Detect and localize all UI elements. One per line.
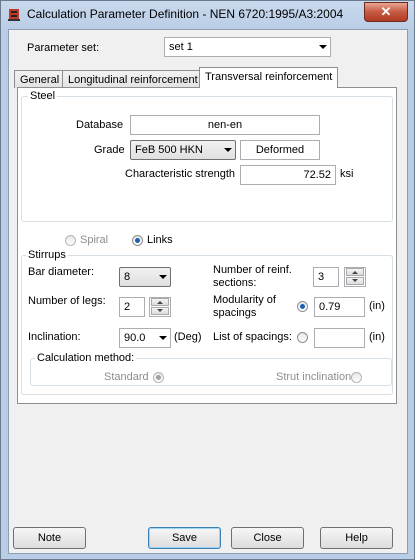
tab-longitudinal-reinforcement[interactable]: Longitudinal reinforcement: [62, 70, 204, 88]
chevron-down-icon: [224, 148, 232, 152]
grade-label: Grade: [94, 144, 125, 156]
spiral-label: Spiral: [80, 234, 109, 246]
parameter-set-value: set 1: [169, 41, 193, 53]
parameter-set-select[interactable]: set 1: [164, 37, 331, 57]
inclination-value: 90.0: [124, 332, 146, 344]
standard-radio[interactable]: [153, 372, 164, 383]
inclination-unit: (Deg): [174, 331, 202, 343]
characteristic-strength-unit: ksi: [340, 168, 354, 180]
list-of-spacings-label: List of spacings:: [213, 331, 292, 343]
help-button[interactable]: Help: [320, 527, 393, 549]
inclination-label: Inclination:: [28, 331, 81, 343]
close-window-button[interactable]: ✕: [364, 2, 408, 22]
bar-diameter-select[interactable]: 8: [119, 267, 171, 287]
num-legs-spinner[interactable]: [149, 297, 171, 317]
spin-down-icon[interactable]: [346, 277, 364, 285]
database-label: Database: [76, 119, 124, 131]
calculation-method-title: Calculation method:: [35, 352, 137, 364]
inclination-select[interactable]: 90.0: [119, 328, 171, 348]
window-title: Calculation Parameter Definition - NEN 6…: [27, 7, 344, 21]
strut-inclination-label: Strut inclination: [276, 371, 352, 383]
grade-type-field: Deformed: [240, 140, 320, 160]
num-reinf-sections-label-line1: Number of reinf.: [213, 264, 292, 276]
list-of-spacings-radio[interactable]: [297, 332, 308, 343]
num-reinf-sections-label-line2: sections:: [213, 277, 257, 289]
num-reinf-sections-field[interactable]: 3: [313, 267, 339, 287]
tab-general[interactable]: General: [14, 70, 66, 88]
tab-transversal-reinforcement[interactable]: Transversal reinforcement: [199, 67, 339, 88]
modularity-label-line2: spacings: [213, 307, 257, 319]
num-legs-label: Number of legs:: [28, 295, 106, 307]
close-button[interactable]: Close: [231, 527, 304, 549]
standard-label: Standard: [104, 371, 149, 383]
strut-inclination-radio[interactable]: [351, 372, 362, 383]
app-icon: [8, 9, 20, 21]
chevron-down-icon: [159, 275, 167, 279]
title-bar: Calculation Parameter Definition - NEN 6…: [1, 1, 414, 29]
modularity-unit: (in): [369, 300, 385, 312]
num-reinf-sections-spinner[interactable]: [344, 267, 366, 287]
database-field[interactable]: nen-en: [130, 115, 320, 135]
close-icon: ✕: [380, 4, 392, 19]
dialog-window: Calculation Parameter Definition - NEN 6…: [0, 0, 415, 560]
list-of-spacings-unit: (in): [369, 331, 385, 343]
modularity-field[interactable]: 0.79: [314, 297, 365, 317]
spin-up-icon[interactable]: [151, 298, 169, 306]
bar-diameter-value: 8: [124, 271, 131, 283]
transversal-reinforcement-panel: Steel Database nen-en Grade FeB 500 HKN …: [17, 87, 397, 404]
modularity-label-line1: Modularity of: [213, 294, 276, 306]
characteristic-strength-field[interactable]: 72.52: [240, 165, 336, 185]
grade-select[interactable]: FeB 500 HKN: [130, 140, 236, 160]
steel-group-title: Steel: [28, 90, 58, 102]
characteristic-strength-label: Characteristic strength: [125, 168, 236, 180]
save-button[interactable]: Save: [148, 527, 221, 549]
spin-down-icon[interactable]: [151, 307, 169, 315]
grade-value: FeB 500 HKN: [135, 144, 203, 156]
dialog-client: Parameter set: set 1 General Longitudina…: [8, 29, 408, 554]
note-button[interactable]: Note: [13, 527, 86, 549]
stirrups-group-title: Stirrups: [26, 249, 68, 261]
modularity-radio[interactable]: [297, 301, 308, 312]
links-radio[interactable]: [132, 235, 143, 246]
list-of-spacings-field[interactable]: [314, 328, 365, 348]
spiral-radio[interactable]: [65, 235, 76, 246]
bar-diameter-label: Bar diameter:: [28, 266, 95, 278]
num-legs-field[interactable]: 2: [119, 297, 145, 317]
chevron-down-icon: [159, 336, 167, 340]
spin-up-icon[interactable]: [346, 268, 364, 276]
parameter-set-label: Parameter set:: [27, 42, 100, 54]
links-label: Links: [147, 234, 173, 246]
chevron-down-icon: [319, 45, 327, 49]
